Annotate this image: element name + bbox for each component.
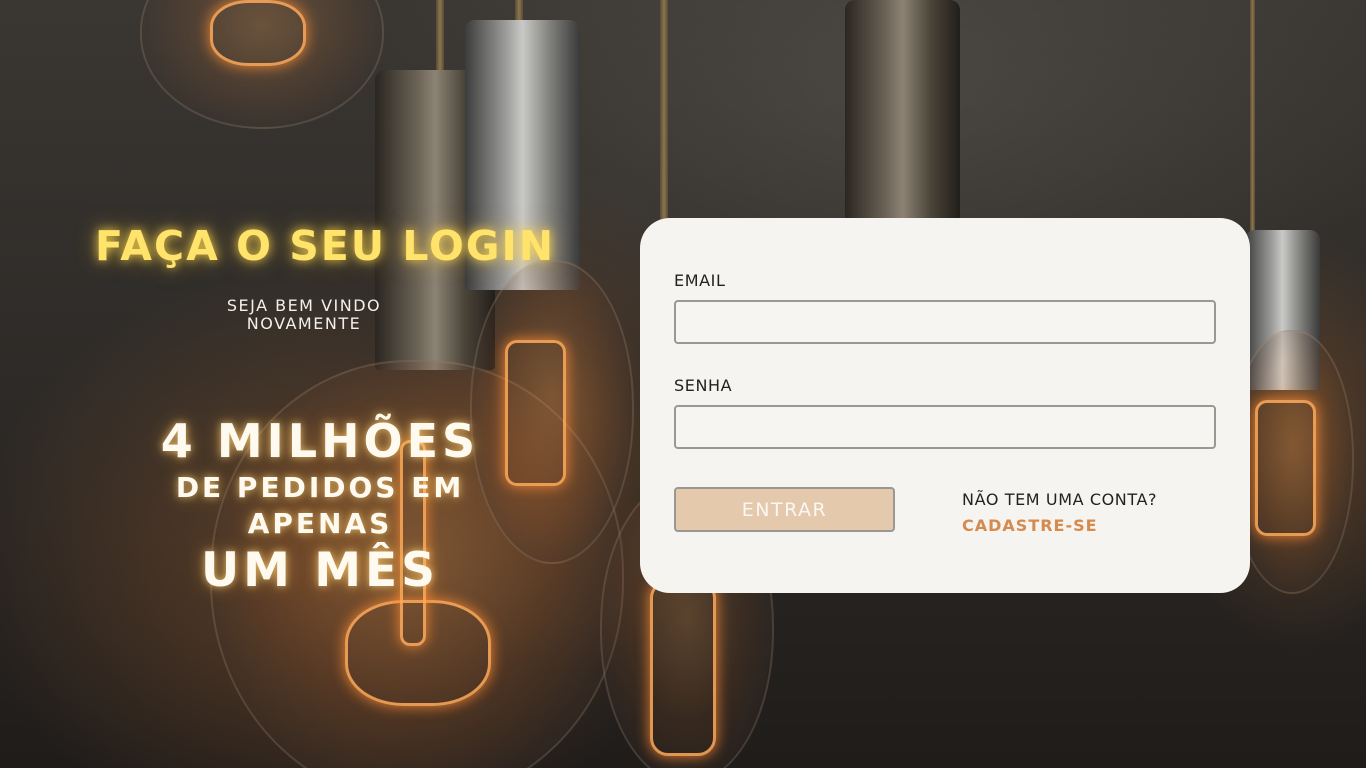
login-button[interactable]: ENTRAR: [674, 487, 895, 532]
no-account-text: NÃO TEM UMA CONTA?: [962, 490, 1158, 509]
promo-headline: 4 MILHÕES: [160, 414, 480, 468]
promo-banner: 4 MILHÕES DE PEDIDOS EM APENAS UM MÊS: [100, 412, 540, 600]
promo-middle: DE PEDIDOS EM APENAS: [175, 471, 465, 540]
password-label: SENHA: [674, 376, 733, 395]
subtitle-line: SEJA BEM VINDO: [226, 296, 382, 315]
page-title: FAÇA O SEU LOGIN: [95, 222, 556, 270]
lamp-socket: [845, 0, 960, 220]
password-field[interactable]: [674, 405, 1216, 449]
signup-link[interactable]: CADASTRE-SE: [962, 516, 1098, 535]
lamp-cord: [1250, 0, 1255, 240]
lamp-cord: [660, 0, 668, 230]
subtitle-line: NOVAMENTE: [246, 314, 362, 333]
login-card: EMAIL SENHA ENTRAR NÃO TEM UMA CONTA? CA…: [640, 218, 1250, 593]
promo-footer: UM MÊS: [200, 543, 440, 598]
email-label: EMAIL: [674, 271, 726, 290]
bulb-filament: [1255, 400, 1316, 536]
bulb-filament: [210, 0, 306, 66]
welcome-subtitle: SEJA BEM VINDO NOVAMENTE: [204, 297, 404, 333]
email-field[interactable]: [674, 300, 1216, 344]
bulb-filament: [650, 580, 716, 756]
